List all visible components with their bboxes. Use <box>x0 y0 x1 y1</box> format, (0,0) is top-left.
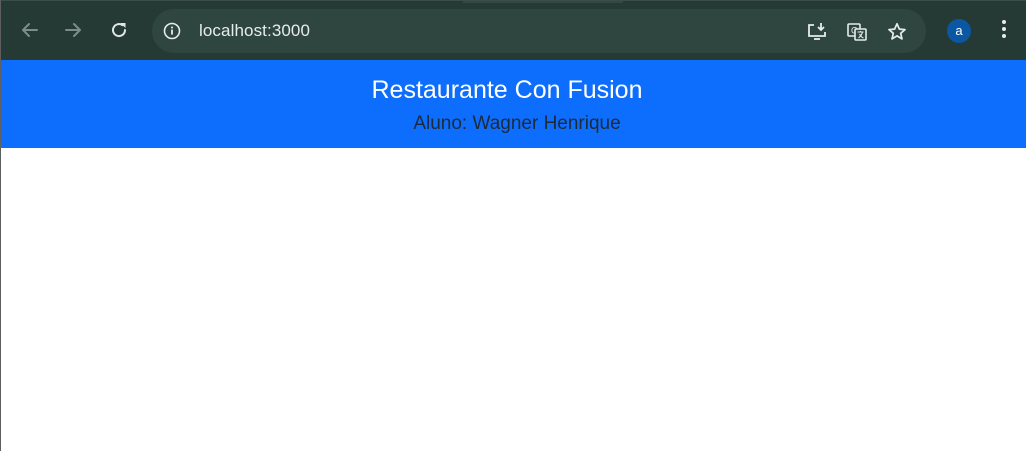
page-subtitle: Aluno: Wagner Henrique <box>413 113 621 134</box>
forward-button[interactable] <box>58 15 88 45</box>
kebab-menu-icon <box>1001 19 1007 44</box>
browser-toolbar: localhost:3000 G <box>1 0 1026 60</box>
page-viewport: Restaurante Con Fusion Aluno: Wagner Hen… <box>1 60 1026 451</box>
page-header: Restaurante Con Fusion Aluno: Wagner Hen… <box>1 60 1026 148</box>
site-info-icon[interactable] <box>161 20 183 42</box>
back-button[interactable] <box>15 15 45 45</box>
translate-icon[interactable]: G <box>845 20 869 44</box>
tab-strip-edge <box>463 1 623 3</box>
profile-avatar[interactable]: a <box>947 19 971 43</box>
reload-icon <box>109 20 129 40</box>
browser-menu-button[interactable] <box>992 18 1016 44</box>
address-bar[interactable]: localhost:3000 G <box>152 9 926 53</box>
install-app-icon[interactable] <box>805 20 829 44</box>
bookmark-star-icon[interactable] <box>885 20 909 44</box>
reload-button[interactable] <box>104 15 134 45</box>
back-arrow-icon <box>20 20 40 40</box>
url-text[interactable]: localhost:3000 <box>199 21 310 41</box>
page-title: Restaurante Con Fusion <box>371 76 643 104</box>
forward-arrow-icon <box>63 20 83 40</box>
browser-window: localhost:3000 G <box>0 0 1026 451</box>
